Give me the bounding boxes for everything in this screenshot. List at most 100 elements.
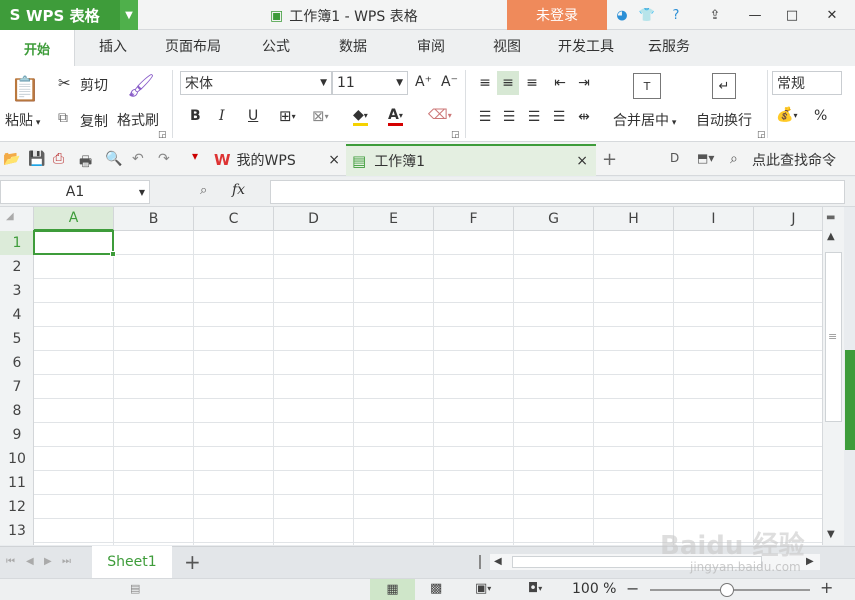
align-left-icon[interactable]: ☰ [475,106,495,128]
tab-data[interactable]: 数据 [339,36,367,56]
column-header-a[interactable]: A [34,207,114,231]
print-icon[interactable]: 🖶 [79,151,92,175]
customize-qat-icon[interactable]: ▾ [192,149,198,163]
dialog-launcher-icon[interactable]: ◲ [757,130,766,140]
page-layout-view-icon[interactable]: ▣ ▾ [475,581,491,596]
name-box[interactable]: A1 ▼ [0,180,150,204]
align-top-icon[interactable]: ≡ [475,72,495,94]
row-header-5[interactable]: 5 [0,327,34,351]
column-header-b[interactable]: B [114,207,194,231]
pin-icon[interactable]: ⇪ [705,5,725,25]
scroll-left-icon[interactable]: ◀ [494,556,502,567]
column-header-e[interactable]: E [354,207,434,231]
row-header-6[interactable]: 6 [0,351,34,375]
dialog-launcher-icon[interactable]: ◲ [451,130,460,140]
row-header-1[interactable]: 1 [0,231,34,255]
chevron-down-icon[interactable]: ▼ [120,0,138,30]
tab-split-handle[interactable] [479,555,481,569]
login-button[interactable]: 未登录 [507,0,607,30]
justify-icon[interactable]: ☰ [549,106,569,128]
tab-developer[interactable]: 开发工具 [558,36,614,56]
split-handle-icon[interactable]: ▬ [826,212,835,223]
format-painter-icon[interactable]: 🖌 [127,74,155,99]
zoom-formula-icon[interactable]: ⌕ [200,183,207,198]
page-break-view-icon[interactable]: ▩ [430,581,442,596]
zoom-out-icon[interactable]: − [626,579,639,598]
row-header-9[interactable]: 9 [0,423,34,447]
fill-handle[interactable] [110,251,116,257]
clear-format-icon[interactable]: ⌫ ▾ [428,107,452,123]
sheet-tab-sheet1[interactable]: Sheet1 [92,546,172,578]
font-name-select[interactable]: 宋体 ▼ [180,71,332,95]
tab-page-layout[interactable]: 页面布局 [165,36,221,56]
column-header-i[interactable]: I [674,207,754,231]
close-tab-icon[interactable]: × [576,153,588,169]
open-folder-icon[interactable]: 📂 [3,151,20,167]
paste-icon[interactable]: 📋 [10,74,40,104]
number-format-select[interactable]: 常规 [772,71,842,95]
copy-button[interactable]: 复制 [80,111,108,131]
search-command-input[interactable]: 点此查找命令 [752,150,836,170]
app-menu-button[interactable]: S WPS 表格 ▼ [0,0,138,30]
skin-icon[interactable]: 👕 [637,5,657,25]
cell-style-icon[interactable]: ⊠ ▾ [312,107,329,125]
column-header-h[interactable]: H [594,207,674,231]
distribute-icon[interactable]: ⇹ [574,106,594,128]
first-sheet-icon[interactable]: ⏮ [6,556,15,567]
add-sheet-button[interactable]: + [184,550,201,574]
save-icon[interactable]: 💾 [28,151,45,167]
column-header-f[interactable]: F [434,207,514,231]
tab-formulas[interactable]: 公式 [262,36,290,56]
bold-button[interactable]: B [190,108,201,124]
merge-center-icon[interactable]: T [633,73,661,99]
share-icon[interactable]: ⬒▾ [697,151,714,165]
copy-icon[interactable]: ⧉ [58,110,68,126]
tab-view[interactable]: 视图 [493,36,521,56]
zoom-in-icon[interactable]: + [820,578,833,597]
scroll-right-icon[interactable]: ▶ [806,556,814,567]
selected-cell[interactable] [33,230,114,255]
new-tab-icon[interactable]: + [602,149,617,170]
indent-icon[interactable]: ⇥ [574,72,594,94]
tab-cloud[interactable]: 云服务 [648,36,690,56]
cut-button[interactable]: 剪切 [80,75,108,95]
tab-insert[interactable]: 插入 [99,36,127,56]
row-header-3[interactable]: 3 [0,279,34,303]
borders-icon[interactable]: ⊞ ▾ [279,107,296,125]
scroll-down-icon[interactable]: ▼ [827,529,835,540]
close-tab-icon[interactable]: × [328,152,340,168]
currency-icon[interactable]: 💰 ▾ [776,107,797,123]
font-size-select[interactable]: 11 ▼ [332,71,408,95]
column-header-c[interactable]: C [194,207,274,231]
row-header-13[interactable]: 13 [0,519,34,543]
row-header-10[interactable]: 10 [0,447,34,471]
scroll-up-icon[interactable]: ▲ [827,231,835,242]
underline-button[interactable]: U [248,108,258,124]
percent-button[interactable]: % [814,108,827,124]
italic-button[interactable]: I [219,108,225,124]
row-header-4[interactable]: 4 [0,303,34,327]
select-all-corner[interactable]: ◢ [6,211,14,222]
row-header-2[interactable]: 2 [0,255,34,279]
column-header-d[interactable]: D [274,207,354,231]
row-header-7[interactable]: 7 [0,375,34,399]
close-icon[interactable]: ✕ [822,5,842,25]
align-right-icon[interactable]: ☰ [524,106,544,128]
row-header-12[interactable]: 12 [0,495,34,519]
align-center-icon[interactable]: ☰ [499,106,519,128]
zoom-level[interactable]: 100 % [572,581,616,597]
decrease-font-icon[interactable]: A⁻ [441,74,458,90]
format-painter-button[interactable]: 格式刷 [117,110,159,130]
column-header-g[interactable]: G [514,207,594,231]
undo-icon[interactable]: ↶ [132,151,144,167]
merge-center-button[interactable]: 合并居中 ▾ [613,110,676,130]
doc-mode-icon[interactable]: D [670,151,679,165]
font-color-icon[interactable]: A ▾ [388,107,403,126]
export-pdf-icon[interactable]: ⎙ [53,151,64,167]
outdent-icon[interactable]: ⇤ [550,72,570,94]
paste-button[interactable]: 粘贴 ▾ [5,110,40,130]
tab-home[interactable]: 开始 [0,30,75,66]
tab-review[interactable]: 审阅 [417,36,445,56]
dialog-launcher-icon[interactable]: ◲ [158,130,167,140]
fill-color-icon[interactable]: ◆ ▾ [353,107,368,126]
